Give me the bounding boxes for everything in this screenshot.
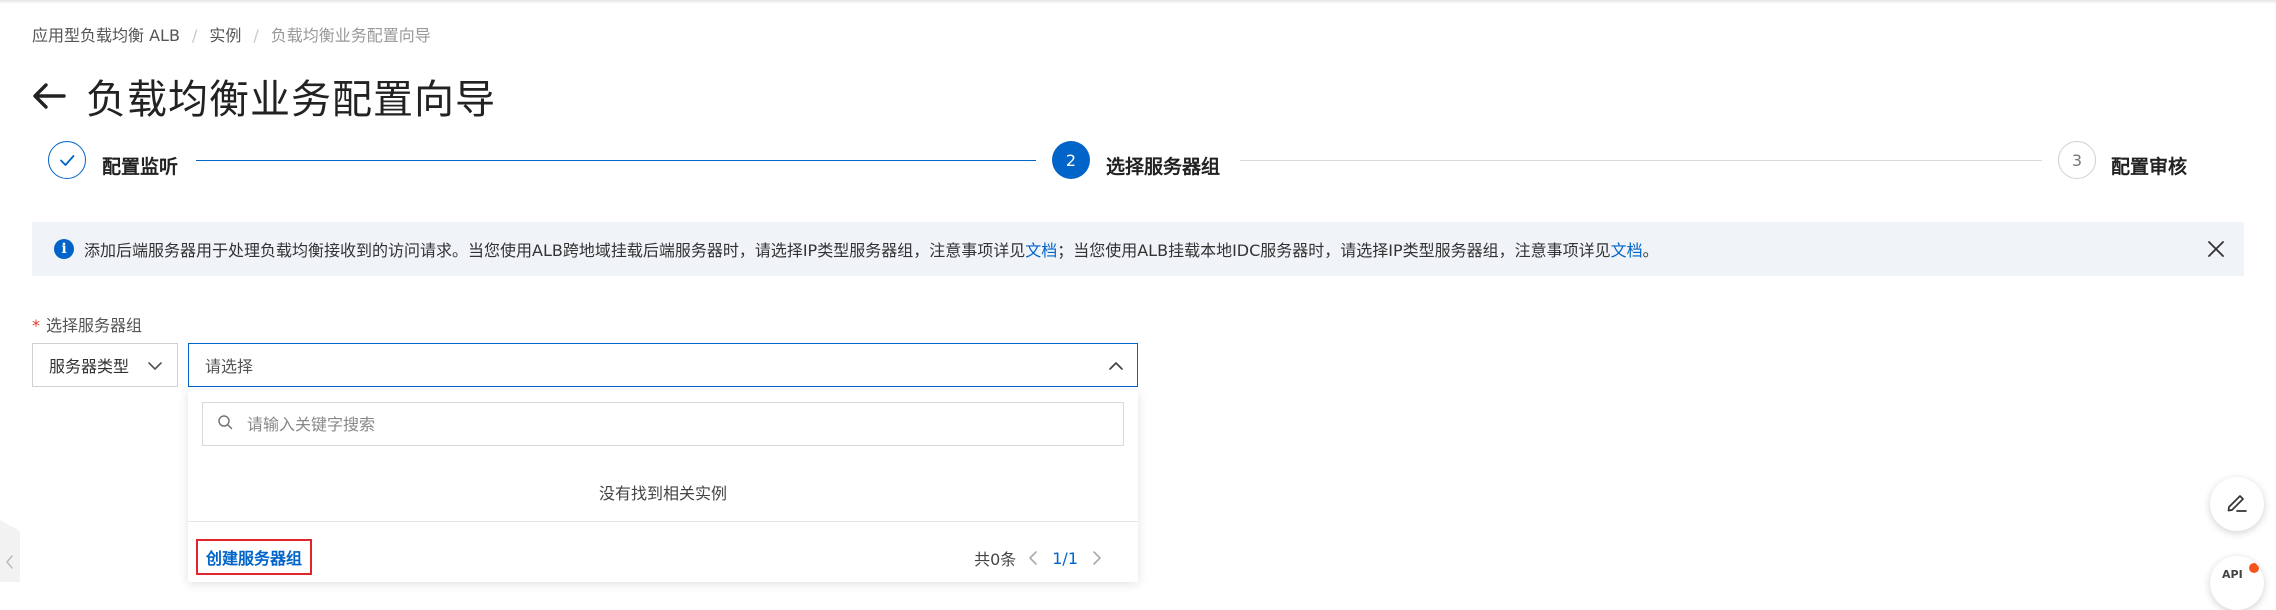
page-title: 负载均衡业务配置向导 (86, 77, 496, 123)
server-group-dropdown: 没有找到相关实例 创建服务器组 共0条 1/1 (188, 390, 1138, 582)
alert-doc-link-2[interactable]: 文档 (1611, 241, 1643, 260)
pagination: 共0条 1/1 (974, 546, 1114, 570)
server-group-select-placeholder: 请选择 (205, 357, 254, 376)
server-group-select[interactable]: 请选择 (188, 343, 1138, 387)
close-icon[interactable] (2204, 237, 2228, 261)
step-2-label: 选择服务器组 (1106, 156, 1221, 178)
step-3-label: 配置审核 (2111, 156, 2188, 178)
chevron-right-icon[interactable] (1086, 548, 1106, 568)
page-header: 负载均衡业务配置向导 (30, 70, 496, 123)
edit-icon (2224, 489, 2250, 519)
empty-result-text: 没有找到相关实例 (598, 484, 727, 503)
breadcrumb-item-instance[interactable]: 实例 (209, 26, 241, 45)
server-type-select-value: 服务器类型 (49, 357, 130, 376)
info-alert: i 添加后端服务器用于处理负载均衡接收到的访问请求。当您使用ALB跨地域挂载后端… (32, 222, 2244, 276)
chevron-left-icon[interactable] (1024, 548, 1044, 568)
left-collapse-tab[interactable] (0, 520, 20, 582)
top-shadow (0, 0, 2276, 4)
step-3-circle: 3 (2058, 141, 2096, 179)
breadcrumb-separator: / (253, 26, 259, 45)
step-1-label: 配置监听 (102, 156, 179, 178)
alert-text-2: ；当您使用ALB挂载本地IDC服务器时，请选择IP类型服务器组，注意事项详见 (1057, 241, 1611, 260)
required-mark: * (32, 316, 40, 335)
alert-text-3: 。 (1642, 241, 1659, 260)
chevron-left-icon (6, 555, 13, 569)
breadcrumb-item-alb[interactable]: 应用型负载均衡 ALB (32, 26, 180, 45)
info-icon: i (54, 239, 74, 259)
alert-doc-link-1[interactable]: 文档 (1025, 241, 1057, 260)
step-1-circle (48, 141, 86, 179)
breadcrumb-separator: / (191, 26, 198, 45)
breadcrumb-item-current: 负载均衡业务配置向导 (270, 26, 431, 45)
create-server-group-button[interactable]: 创建服务器组 (196, 539, 313, 575)
dropdown-search-input[interactable] (245, 413, 1089, 435)
search-icon (217, 414, 233, 434)
feedback-edit-button[interactable] (2210, 477, 2264, 531)
dropdown-search-box (202, 402, 1124, 446)
total-count: 共0条 (974, 550, 1017, 569)
server-group-field-label: * 选择服务器组 (32, 312, 142, 336)
notification-dot (2249, 563, 2259, 573)
check-icon (60, 155, 75, 166)
alert-message: 添加后端服务器用于处理负载均衡接收到的访问请求。当您使用ALB跨地域挂载后端服务… (84, 237, 1659, 261)
step-2-circle: 2 (1052, 141, 1090, 179)
breadcrumb: 应用型负载均衡 ALB / 实例 / 负载均衡业务配置向导 (32, 22, 431, 46)
page-indicator: 1/1 (1052, 548, 1078, 568)
chevron-down-icon (147, 358, 163, 378)
server-type-select[interactable]: 服务器类型 (32, 343, 178, 387)
api-float-button[interactable]: API (2210, 556, 2264, 610)
step-connector-2 (1240, 160, 2042, 161)
back-arrow-icon[interactable] (30, 76, 70, 116)
api-float-label: API (2222, 568, 2243, 581)
field-label-text: 选择服务器组 (46, 316, 143, 335)
step-connector-1 (196, 160, 1036, 161)
alert-text-1: 添加后端服务器用于处理负载均衡接收到的访问请求。当您使用ALB跨地域挂载后端服务… (84, 241, 1026, 260)
dropdown-divider (188, 521, 1138, 522)
chevron-up-icon (1107, 357, 1125, 379)
